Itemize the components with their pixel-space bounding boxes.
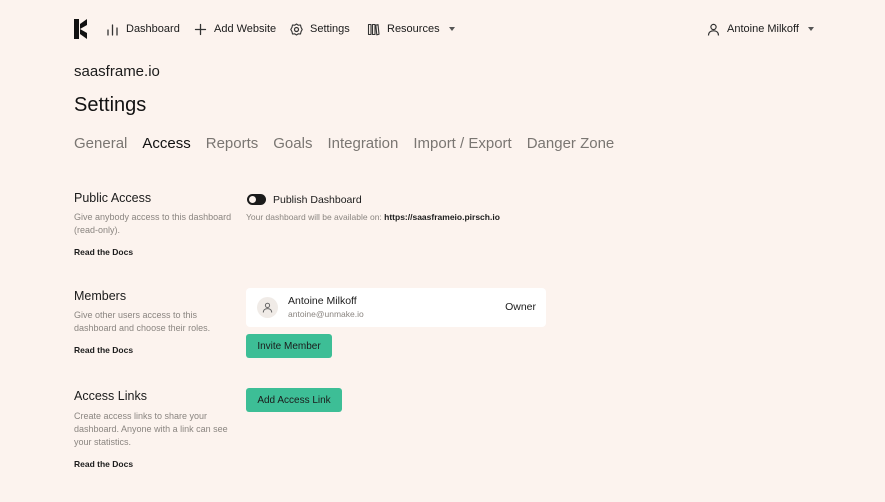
avatar (257, 297, 278, 318)
page-title: Settings (74, 94, 147, 116)
user-icon (262, 302, 273, 313)
settings-tabs: General Access Reports Goals Integration… (74, 135, 614, 152)
nav-dashboard-label: Dashboard (126, 23, 180, 35)
chevron-down-icon (448, 27, 455, 31)
member-name: Antoine Milkoff (288, 295, 357, 307)
nav-dashboard[interactable]: Dashboard (106, 21, 180, 37)
tab-goals[interactable]: Goals (273, 135, 312, 152)
publish-dashboard-label: Publish Dashboard (273, 194, 362, 206)
public-access-title: Public Access (74, 191, 152, 205)
member-row: Antoine Milkoff antoine@unmake.io Owner (246, 288, 546, 327)
gear-icon (290, 22, 303, 36)
nav-add-website-label: Add Website (214, 23, 277, 35)
access-links-docs-link[interactable]: Read the Docs (74, 459, 133, 469)
nav-settings-label: Settings (310, 23, 350, 35)
members-docs-link[interactable]: Read the Docs (74, 345, 133, 355)
nav-settings[interactable]: Settings (290, 21, 350, 37)
plus-icon (194, 23, 207, 35)
tab-import-export[interactable]: Import / Export (413, 135, 511, 152)
nav-resources[interactable]: Resources (367, 21, 455, 37)
dashboard-availability-text: Your dashboard will be available on: htt… (246, 212, 500, 222)
user-icon (707, 23, 720, 36)
nav-add-website[interactable]: Add Website (194, 21, 276, 37)
chevron-down-icon (807, 27, 814, 31)
publish-dashboard-toggle[interactable] (247, 194, 266, 205)
site-name: saasframe.io (74, 63, 160, 80)
members-description: Give other users access to this dashboar… (74, 310, 211, 333)
dashboard-public-url[interactable]: https://saasframeio.pirsch.io (384, 212, 500, 222)
availability-prefix: Your dashboard will be available on: (246, 212, 382, 222)
user-name: Antoine Milkoff (727, 23, 799, 35)
user-menu[interactable]: Antoine Milkoff (707, 21, 814, 37)
members-title: Members (74, 289, 127, 303)
access-links-title: Access Links (74, 389, 147, 403)
member-email: antoine@unmake.io (288, 309, 364, 319)
tab-general[interactable]: General (74, 135, 127, 152)
nav-resources-label: Resources (387, 23, 440, 35)
tab-reports[interactable]: Reports (206, 135, 259, 152)
tab-integration[interactable]: Integration (327, 135, 398, 152)
public-access-docs-link[interactable]: Read the Docs (74, 247, 133, 257)
tab-danger-zone[interactable]: Danger Zone (527, 135, 615, 152)
access-links-description: Create access links to share your dashbo… (74, 411, 228, 447)
member-role: Owner (505, 301, 536, 313)
tab-access[interactable]: Access (142, 135, 190, 152)
add-access-link-button[interactable]: Add Access Link (246, 388, 342, 412)
books-icon (367, 23, 380, 35)
public-access-description: Give anybody access to this dashboard (r… (74, 212, 232, 235)
logo-icon (74, 19, 87, 39)
pirsch-logo[interactable] (74, 19, 88, 39)
bar-chart-icon (107, 23, 118, 36)
invite-member-button[interactable]: Invite Member (246, 334, 332, 358)
